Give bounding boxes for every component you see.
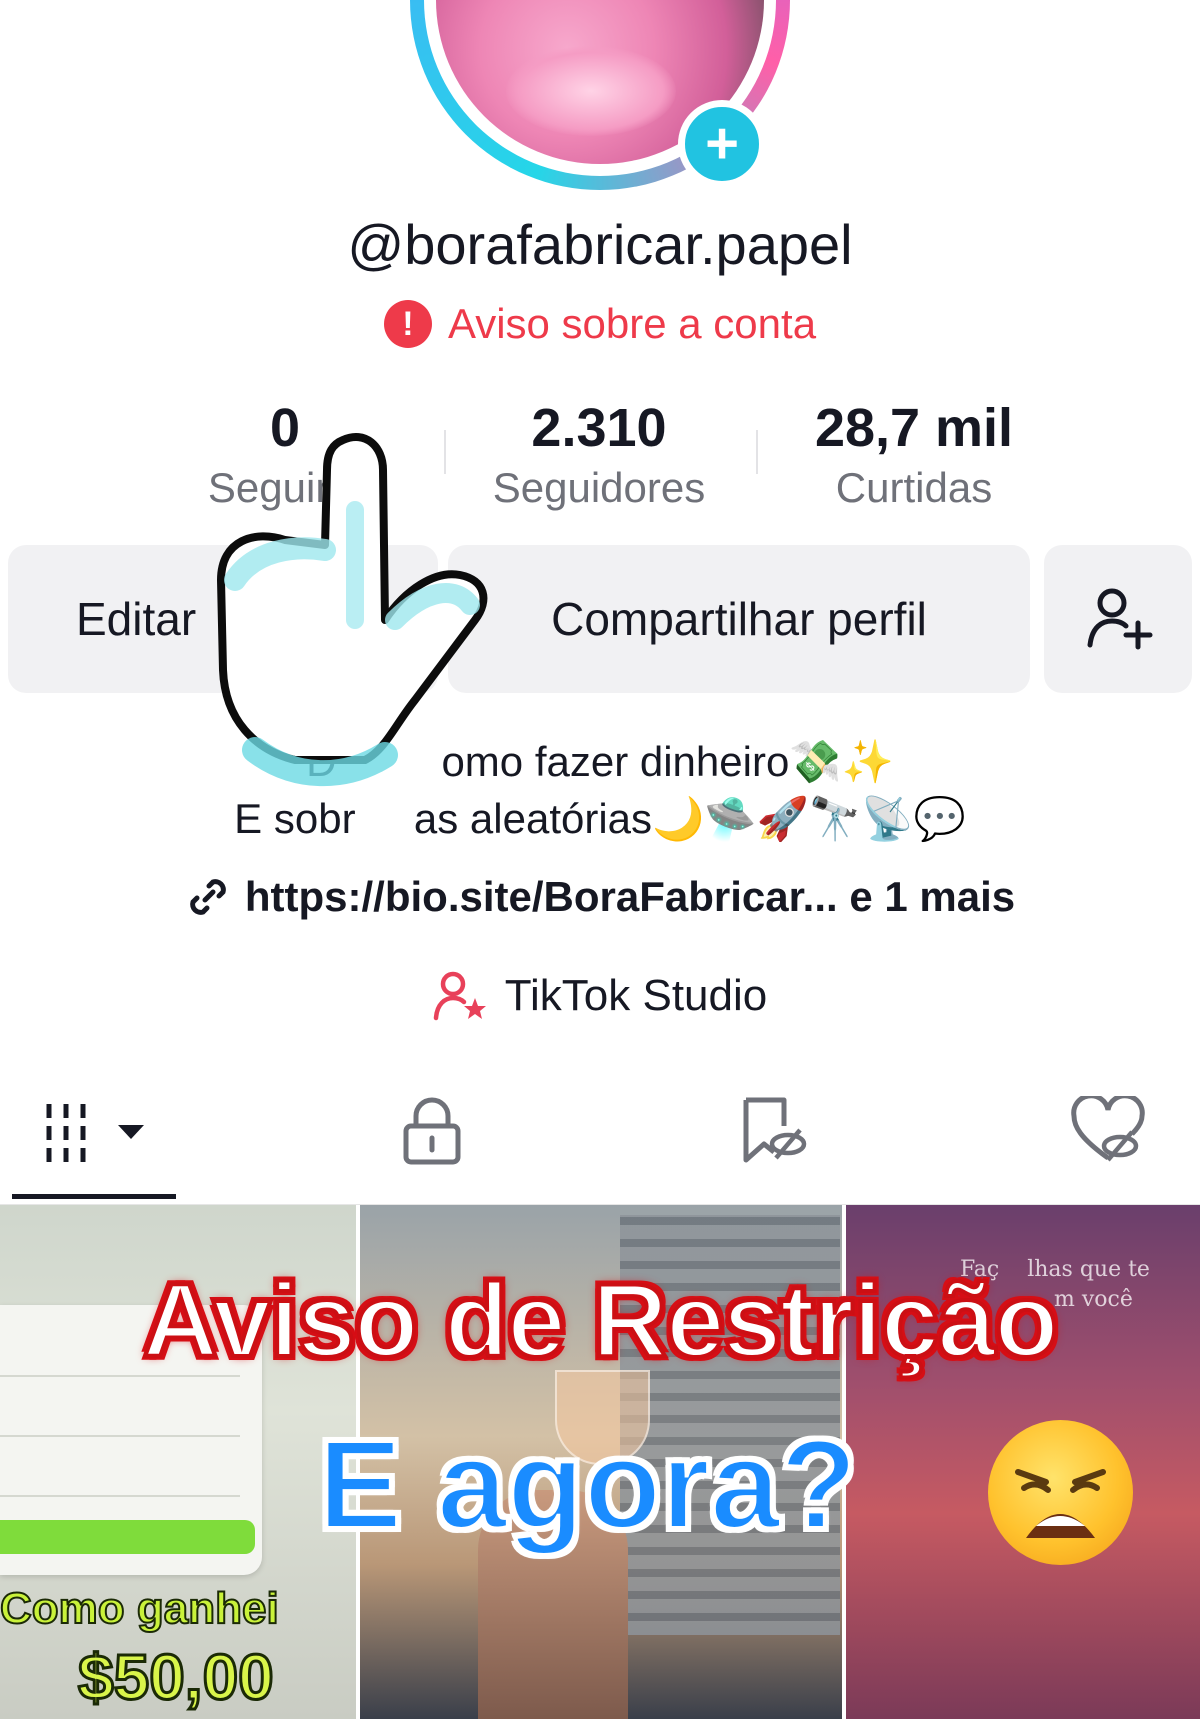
tab-private[interactable] [400,1090,464,1172]
edit-profile-label: Editar [76,593,197,645]
bio-line-2: E sobr as aleatórias🌙🛸🚀🔭📡💬 [234,795,966,842]
account-warning-link[interactable]: ! Aviso sobre a conta [0,300,1200,348]
bio-line-1: D omo fazer dinheiro💸✨ [306,738,894,785]
chevron-down-icon [118,1125,144,1139]
tiktok-studio-link[interactable]: TikTok Studio [0,970,1200,1022]
heart-hidden-icon [1071,1096,1145,1162]
add-story-button[interactable]: + [678,100,766,188]
bio-link[interactable]: https://bio.site/BoraFabricar... e 1 mai… [0,873,1200,921]
tiktok-studio-label: TikTok Studio [504,971,768,1020]
overlay-headline: Aviso de Restrição [141,1261,1061,1381]
add-friends-button[interactable] [1044,545,1192,693]
tab-liked[interactable] [1070,1090,1146,1172]
alert-icon: ! [383,300,432,348]
add-user-icon [1087,588,1153,650]
tab-videos[interactable] [44,1090,146,1172]
bookmark-hidden-icon [743,1097,807,1163]
tab-reposts[interactable] [738,1090,808,1172]
grid-icon [46,1104,86,1162]
link-icon [190,879,226,915]
bio-link-text: https://bio.site/BoraFabricar... e 1 mai… [244,873,1016,920]
thumbnail-1-caption: Como ganhei [0,1583,280,1634]
active-tab-indicator [12,1194,176,1199]
pointing-hand-icon [217,433,488,787]
thumbnail-1-amount: $50,00 [77,1640,276,1715]
likes-label: Curtidas [835,464,993,511]
profile-tabs [0,1090,1200,1200]
stat-divider [756,430,758,474]
send-button-graphic [0,1520,255,1554]
share-profile-label: Compartilhar perfil [551,593,927,645]
likes-count: 28,7 mil [814,398,1014,458]
creator-star-icon [433,971,486,1021]
username: @borafabricar.papel [347,213,853,276]
overlay-subhead: E agora? [316,1412,859,1557]
card-line [0,1435,240,1437]
account-warning-label: Aviso sobre a conta [447,300,817,347]
card-line [0,1495,240,1497]
stat-likes[interactable]: 28,7 mil Curtidas [764,398,1064,512]
share-profile-button[interactable]: Compartilhar perfil [448,545,1030,693]
lock-icon [403,1097,461,1165]
weary-face-emoji-icon [988,1420,1133,1565]
